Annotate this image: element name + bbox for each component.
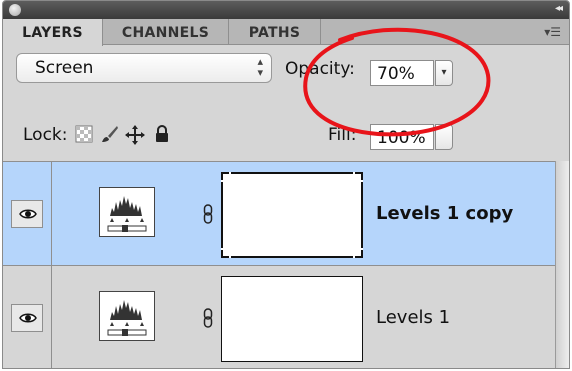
layer-mask-thumbnail[interactable] xyxy=(221,276,363,362)
scrollbar[interactable] xyxy=(555,161,569,368)
levels-adjustment-icon[interactable] xyxy=(99,187,155,237)
chain-link-icon[interactable] xyxy=(203,204,213,224)
layers-list: Levels 1 copy Levels 1 xyxy=(3,161,555,368)
lock-label: Lock: xyxy=(23,125,68,145)
tab-layers[interactable]: LAYERS xyxy=(3,19,103,46)
layer-name[interactable]: Levels 1 copy xyxy=(376,203,513,224)
layers-panel: ◂◂ LAYERS CHANNELS PATHS ▾☰ Screen ▴ ▾ Op… xyxy=(2,0,570,369)
tab-paths[interactable]: PATHS xyxy=(229,19,321,45)
lock-all-icon[interactable] xyxy=(154,125,172,143)
fill-dropdown-button[interactable] xyxy=(435,124,453,150)
divider xyxy=(51,266,52,368)
chain-link-icon[interactable] xyxy=(203,308,213,328)
tab-bar: LAYERS CHANNELS PATHS ▾☰ xyxy=(3,19,569,46)
levels-adjustment-icon[interactable] xyxy=(99,291,155,341)
fill-label: Fill: xyxy=(328,125,357,145)
visibility-toggle[interactable] xyxy=(11,200,43,228)
layer-name[interactable]: Levels 1 xyxy=(376,307,450,328)
blend-mode-select[interactable]: Screen ▴ ▾ xyxy=(16,53,272,83)
layer-row-levels-1-copy[interactable]: Levels 1 copy xyxy=(3,162,555,266)
tab-channels[interactable]: CHANNELS xyxy=(103,19,229,45)
opacity-label: Opacity: xyxy=(285,59,355,79)
close-icon[interactable] xyxy=(9,4,21,16)
opacity-dropdown-button[interactable]: ▾ xyxy=(435,60,453,86)
lock-image-pixels-icon[interactable] xyxy=(101,125,119,143)
visibility-toggle[interactable] xyxy=(11,304,43,332)
layer-mask-thumbnail[interactable] xyxy=(221,172,363,258)
blend-mode-value: Screen xyxy=(35,58,94,78)
panel-menu-icon[interactable]: ▾☰ xyxy=(544,25,561,39)
select-arrows-icon: ▴ ▾ xyxy=(257,55,263,79)
eye-icon xyxy=(19,313,37,323)
fill-input[interactable]: 100% xyxy=(370,124,434,150)
eye-icon xyxy=(19,209,37,219)
lock-position-icon[interactable] xyxy=(125,125,145,145)
collapse-icon[interactable]: ◂◂ xyxy=(555,3,563,14)
layer-row-levels-1[interactable]: Levels 1 xyxy=(3,266,555,368)
divider xyxy=(51,162,52,266)
panel-titlebar: ◂◂ xyxy=(3,1,569,19)
opacity-input[interactable]: 70% xyxy=(370,60,434,86)
lock-transparent-pixels-icon[interactable] xyxy=(75,125,93,143)
